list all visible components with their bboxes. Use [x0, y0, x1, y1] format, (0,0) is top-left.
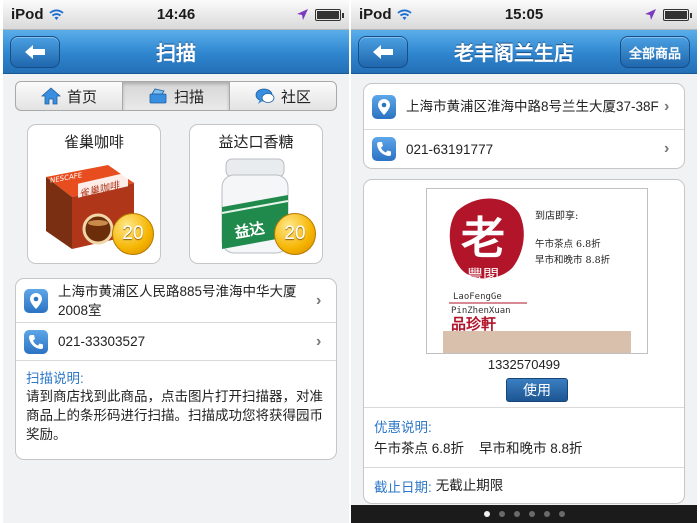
address-text: 上海市黄浦区人民路885号淮海中华大厦2008室	[58, 283, 297, 318]
store-info-box: 上海市黄浦区人民路885号淮海中华大厦2008室 › 021-33303527 …	[15, 278, 337, 460]
clock: 15:05	[504, 6, 544, 23]
product-card-coffee[interactable]: 雀巢咖啡 雀巢咖啡 NESCAFE 20	[27, 124, 161, 264]
tab-scan-label: 扫描	[173, 88, 204, 106]
page-title: 老丰阁兰生店	[454, 43, 574, 65]
back-button[interactable]	[10, 36, 60, 68]
use-coupon-button[interactable]: 使用	[506, 378, 568, 402]
carrier: iPod	[359, 6, 469, 23]
svg-text:老: 老	[461, 213, 505, 264]
svg-text:早市和晚市 8.8折: 早市和晚市 8.8折	[535, 254, 611, 266]
chevron-right-icon: ›	[316, 291, 322, 309]
svg-text:午市茶点 6.8折: 午市茶点 6.8折	[535, 238, 601, 250]
back-arrow-icon	[373, 45, 393, 59]
wifi-icon	[48, 9, 64, 20]
deadline-label: 截止日期:	[374, 480, 432, 495]
location-pin-icon	[372, 94, 396, 119]
nav-bar: 老丰阁兰生店 全部商品	[351, 30, 697, 74]
coupon-box: 老 豐閣 LaoFengGe PinZhenXuan 品珍軒 到店即享: 午市茶…	[363, 179, 685, 504]
status-bar: iPod 14:46	[3, 0, 349, 30]
chevron-right-icon: ›	[316, 332, 322, 350]
battery-icon	[315, 8, 344, 21]
location-arrow-icon	[645, 9, 656, 20]
page-dot	[528, 511, 535, 517]
page-indicator[interactable]	[351, 505, 697, 523]
chevron-right-icon: ›	[664, 97, 670, 115]
address-row[interactable]: 上海市黄浦区人民路885号淮海中华大厦2008室 ›	[16, 279, 336, 323]
instructions-text: 请到商店找到此商品，点击图片打开扫描器，对准商品上的条形码进行扫描。扫描成功您将…	[26, 389, 323, 442]
product-name: 雀巢咖啡	[63, 134, 124, 151]
status-bar: iPod 15:05	[351, 0, 697, 30]
wifi-icon	[396, 9, 412, 20]
tab-home[interactable]: 首页	[16, 82, 123, 110]
home-icon	[40, 87, 61, 105]
tab-community[interactable]: 社区	[230, 82, 336, 110]
all-products-button[interactable]: 全部商品	[619, 36, 690, 68]
svg-text:品珍軒: 品珍軒	[451, 315, 496, 333]
page-title: 扫描	[156, 43, 196, 65]
chevron-right-icon: ›	[664, 140, 670, 157]
back-arrow-icon	[25, 45, 45, 59]
deadline-section: 截止日期: 无截止期限	[364, 468, 684, 503]
page-dot	[558, 511, 565, 517]
battery-icon	[663, 8, 692, 21]
coupon-image[interactable]: 老 豐閣 LaoFengGe PinZhenXuan 品珍軒 到店即享: 午市茶…	[426, 188, 648, 354]
coin-reward-badge: 20	[112, 213, 154, 255]
product-name: 益达口香糖	[218, 134, 294, 151]
tab-home-label: 首页	[66, 88, 97, 106]
discount-text: 午市茶点 6.8折 早市和晚市 8.8折	[374, 441, 583, 456]
coupon-area: 老 豐閣 LaoFengGe PinZhenXuan 品珍軒 到店即享: 午市茶…	[364, 180, 684, 408]
clock: 14:46	[156, 6, 196, 23]
scan-instructions: 扫描说明: 请到商店找到此商品，点击图片打开扫描器，对准商品上的条形码进行扫描。…	[16, 361, 336, 450]
carrier: iPod	[11, 6, 121, 23]
tab-bar: 首页 扫描 社区	[15, 81, 337, 111]
phone-icon	[24, 329, 48, 354]
address-text: 上海市黄浦区淮海中路8号兰生大厦37-38F	[406, 99, 659, 114]
address-row[interactable]: 上海市黄浦区淮海中路8号兰生大厦37-38F ›	[364, 84, 684, 130]
svg-text:LaoFengGe: LaoFengGe	[453, 292, 502, 302]
page-dot	[513, 511, 520, 517]
page-dot	[498, 511, 505, 517]
svg-text:豐閣: 豐閣	[467, 266, 499, 285]
phone-text: 021-33303527	[58, 334, 146, 349]
store-detail-screen: iPod 15:05 老丰阁兰生店 全部商品 上海市黄浦区淮海中路8号兰生大厦3…	[351, 0, 697, 523]
carrier-label: iPod	[11, 6, 44, 23]
page-dot	[483, 511, 490, 517]
location-arrow-icon	[297, 9, 308, 20]
deadline-value: 无截止期限	[435, 478, 504, 493]
nav-bar: 扫描	[3, 30, 349, 74]
product-card-gum[interactable]: 益达口香糖 益达 20	[189, 124, 323, 264]
instructions-label: 扫描说明:	[26, 371, 84, 386]
scan-screen: iPod 14:46 扫描 首页 扫描 社区 雀巢咖啡 雀巢咖啡 NESCAFE…	[3, 0, 349, 523]
discount-section: 优惠说明: 午市茶点 6.8折 早市和晚市 8.8折	[364, 408, 684, 468]
chat-icon	[255, 88, 275, 104]
phone-icon	[372, 137, 396, 161]
phone-text: 021-63191777	[406, 141, 494, 157]
restaurant-logo: 老 豐閣 LaoFengGe PinZhenXuan 品珍軒 到店即享: 午市茶…	[443, 198, 631, 353]
location-pin-icon	[24, 288, 48, 313]
tab-scan[interactable]: 扫描	[123, 82, 230, 110]
carrier-label: iPod	[359, 6, 392, 23]
scan-icon	[149, 88, 167, 104]
store-info-box: 上海市黄浦区淮海中路8号兰生大厦37-38F › 021-63191777 ›	[363, 83, 685, 169]
phone-row[interactable]: 021-63191777 ›	[364, 130, 684, 168]
coin-reward-badge: 20	[274, 213, 316, 255]
discount-label: 优惠说明:	[374, 420, 432, 435]
page-dot	[543, 511, 550, 517]
back-button[interactable]	[358, 36, 408, 68]
phone-row[interactable]: 021-33303527 ›	[16, 323, 336, 361]
coupon-code: 1332570499	[487, 357, 561, 372]
tab-community-label: 社区	[280, 88, 311, 106]
svg-text:到店即享:: 到店即享:	[535, 209, 578, 222]
